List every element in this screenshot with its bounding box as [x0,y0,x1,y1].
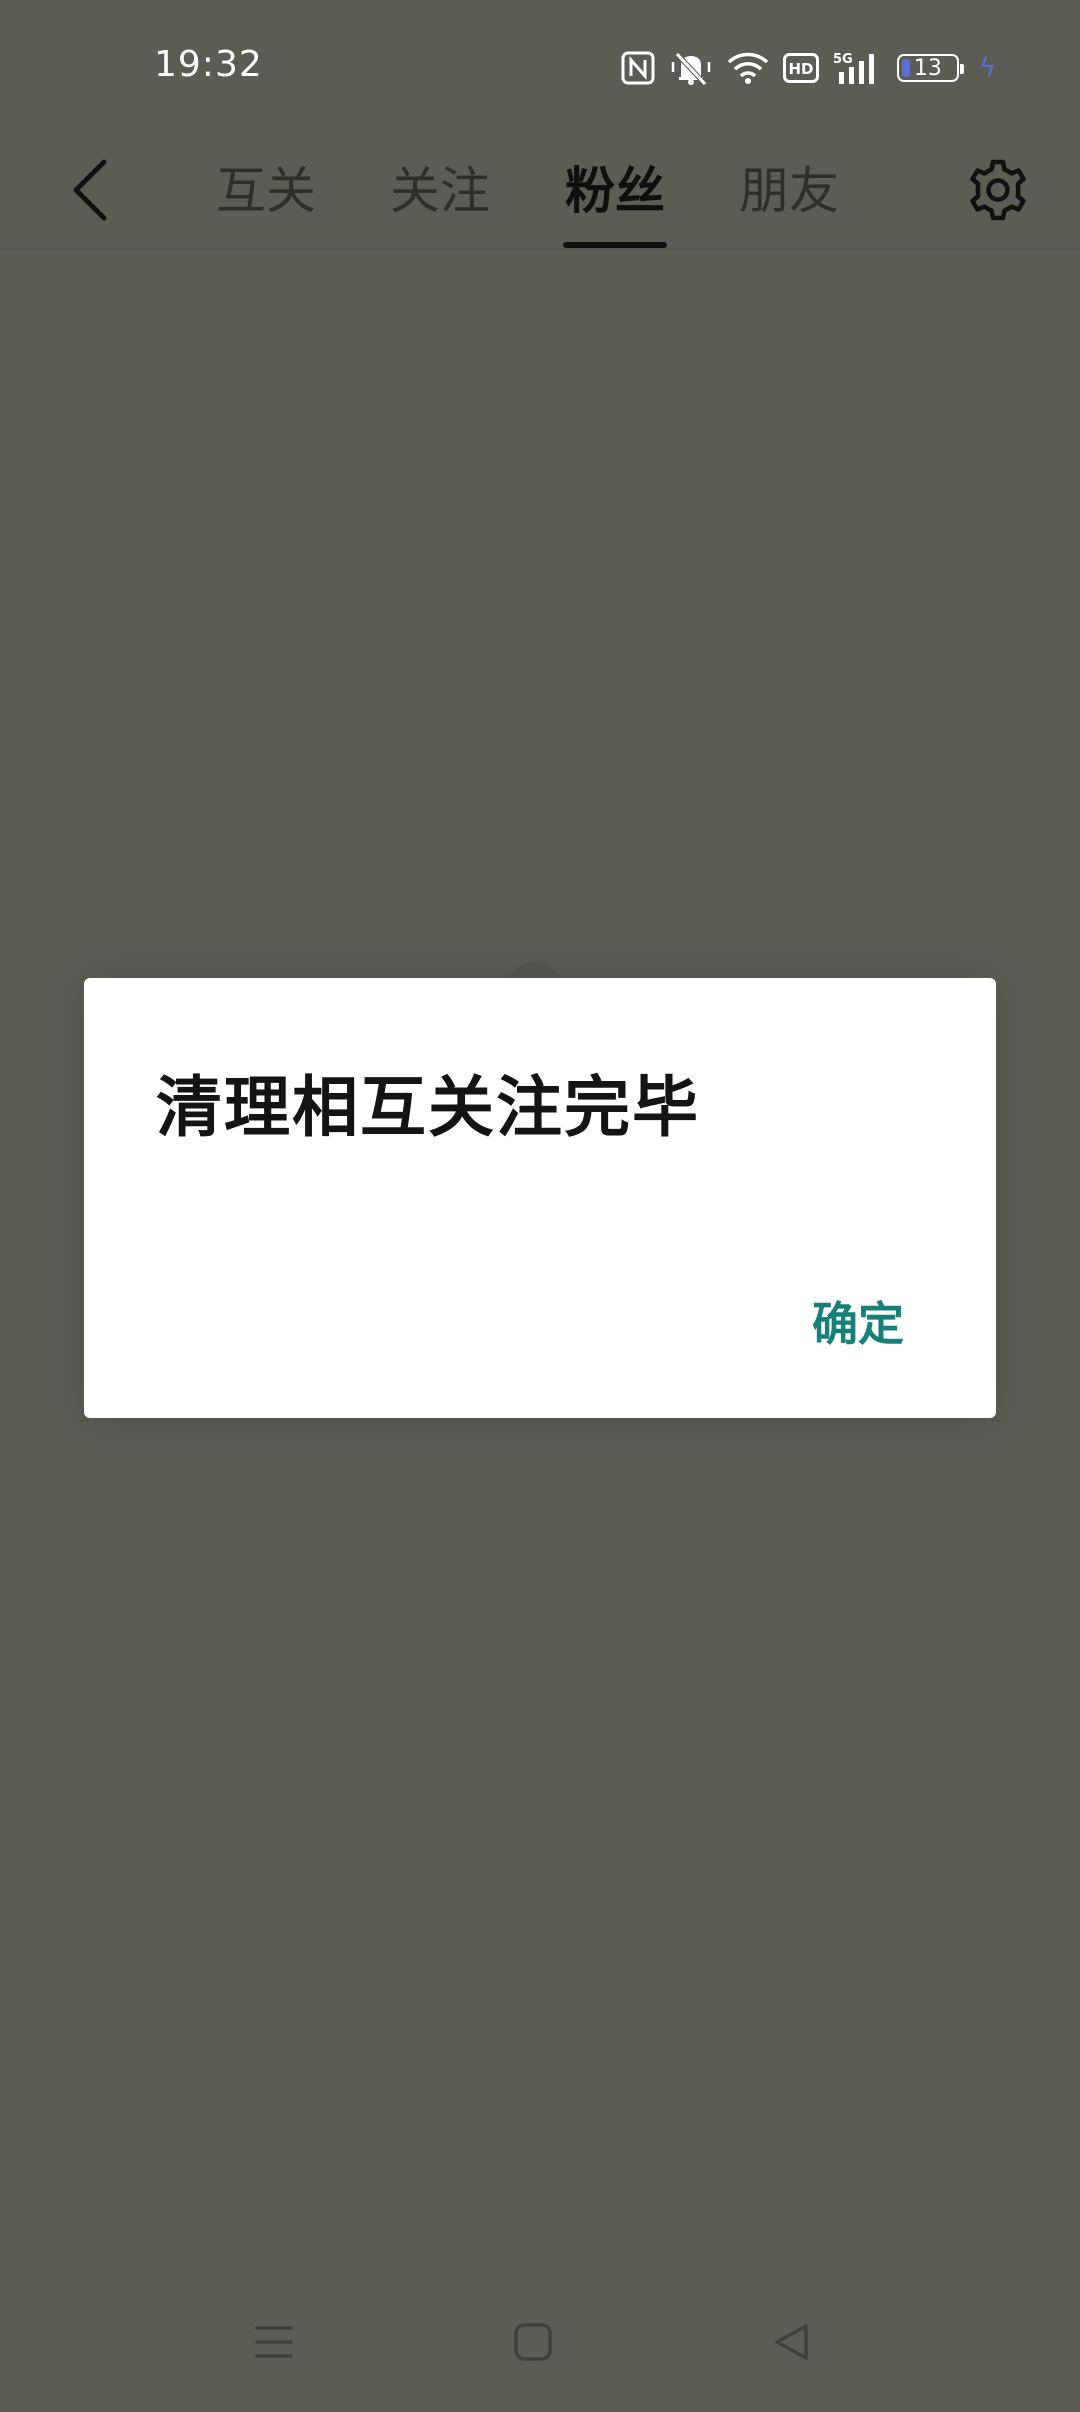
screen: 19:32 HD 5G 13 ϟ 互关 关注 粉丝 朋友 清理相互关注完毕 确定 [0,0,1080,2412]
network-label: 5G [833,52,853,67]
battery-level: 13 [913,55,942,81]
hd-icon: HD [782,53,819,83]
nfc-icon [621,51,655,85]
top-nav: 互关 关注 粉丝 朋友 [0,130,1080,250]
active-tab-indicator [563,242,667,248]
back-nav-button[interactable] [752,2302,832,2382]
home-square-icon [514,2323,552,2361]
tab-friends[interactable]: 朋友 [737,152,841,222]
completion-dialog: 清理相互关注完毕 确定 [84,978,996,1418]
mute-icon [669,50,713,86]
status-bar: 19:32 HD 5G 13 ϟ [0,0,1080,130]
tab-fans[interactable]: 粉丝 [563,152,667,222]
status-time: 19:32 [154,44,263,85]
hd-label: HD [788,60,813,78]
5g-signal-icon: 5G [833,50,883,86]
tab-bar: 互关 关注 粉丝 朋友 [0,130,1080,248]
status-icons: HD 5G 13 ϟ [621,46,996,90]
home-button[interactable] [493,2302,573,2382]
tab-following[interactable]: 关注 [388,152,492,222]
tab-mutual[interactable]: 互关 [214,152,318,222]
back-triangle-icon [775,2324,808,2360]
battery-icon: 13 [896,54,964,82]
dialog-title: 清理相互关注完毕 [156,1069,700,1146]
wifi-icon [727,51,769,85]
confirm-button[interactable]: 确定 [812,1288,904,1354]
charging-icon: ϟ [978,53,996,83]
system-nav-bar [0,2272,1080,2412]
gear-icon [970,159,1026,221]
recents-button[interactable] [234,2302,314,2382]
settings-button[interactable] [956,148,1040,232]
menu-icon [255,2326,293,2358]
